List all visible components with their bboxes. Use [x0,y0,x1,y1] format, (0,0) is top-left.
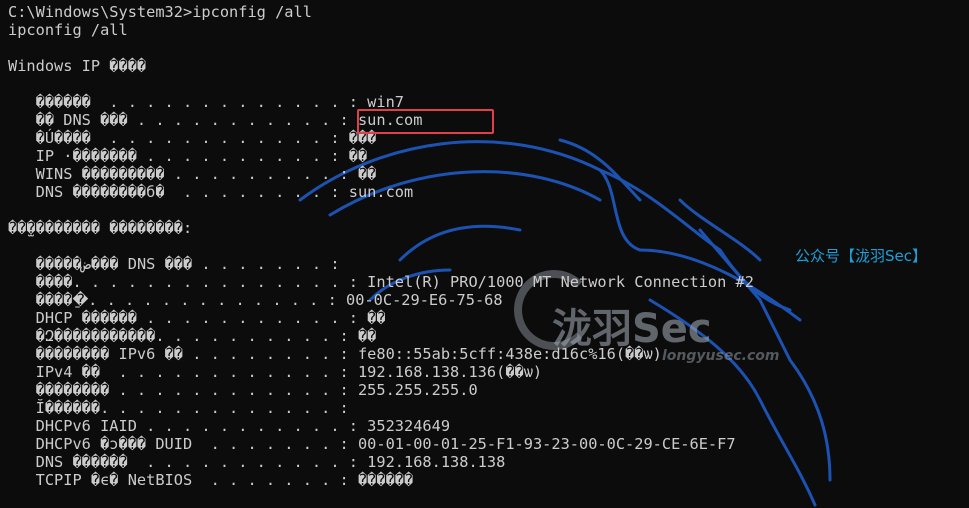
terminal-line: C:\Windows\System32>ipconfig /all [8,3,312,21]
terminal-line: DHCP ������ . . . . . . . . . . . : �� [8,309,386,327]
terminal-line: Ĭ������. . . . . . . . . . . . . : [8,399,349,417]
terminal-line: �������� . . . . . . . . . . . . : 255.2… [8,381,478,399]
terminal-line: ��̫�������� ��������: [8,219,193,237]
terminal-line: WINS ��������� . . . . . . . . . : �� [8,165,377,183]
terminal-line: Windows IP ���� [8,57,147,75]
terminal-line: DNS ������ . . . . . . . . . . . : 192.1… [8,453,506,471]
terminal-line: DHCPv6 �ͻ��� DUID . . . . . . . : 00-01-… [8,435,736,453]
terminal-line: DNS ��������б� . . . . . . . . : sun.com [8,183,414,201]
terminal-line: IPv4 �� . . . . . . . . . . . . : 192.16… [8,363,543,381]
terminal-line: ipconfig /all [8,21,128,39]
terminal-line: IP ·������� . . . . . . . . . . : �� [8,147,368,165]
watermark-account-text: 公众号【泷羽Sec】 [795,247,927,265]
terminal-line: �����ַ. . . . . . . . . . . . . : 00-0C-… [8,291,503,309]
terminal-line: �������� IPv6 �� . . . . . . . . : fe80:… [8,345,662,363]
highlight-box [357,109,494,134]
terminal-line: DHCPv6 IAID . . . . . . . . . . . : 3523… [8,417,451,435]
terminal-line: ����. . . . . . . . . . . . . . . : Inte… [8,273,754,291]
terminal-line: TCPIP �ϵ� NetBIOS . . . . . . . : ������ [8,471,414,489]
terminal-line: �Զ�����������. . . . . . . . . . : �� [8,327,377,345]
